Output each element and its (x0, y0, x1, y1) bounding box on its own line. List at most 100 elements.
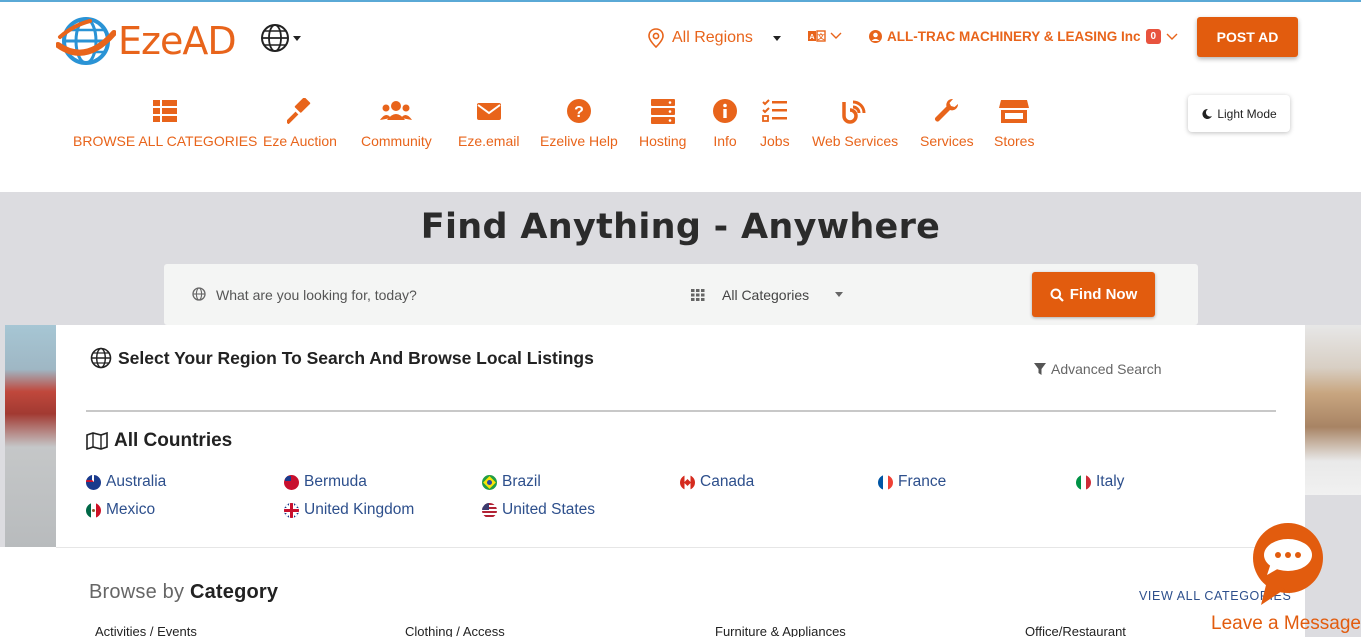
browse-title-bold: Category (189, 581, 279, 603)
country-link-united-states[interactable]: United States (482, 501, 595, 519)
region-selector[interactable]: All Regions (648, 26, 781, 50)
bermuda-flag-icon (284, 474, 299, 490)
category-select[interactable]: All Categories (691, 278, 861, 311)
find-now-button[interactable]: Find Now (1032, 272, 1155, 317)
gavel-icon (286, 98, 311, 124)
nav-community[interactable]: Community (361, 98, 432, 149)
tasks-icon (761, 99, 787, 122)
mexico-flag-icon (86, 502, 101, 518)
nav-hosting[interactable]: Hosting (639, 98, 686, 149)
background-car-image (1305, 325, 1361, 495)
nav-jobs[interactable]: Jobs (760, 98, 790, 149)
logo[interactable]: EzeAD (56, 15, 241, 67)
user-circle-icon (869, 30, 882, 43)
country-link-australia[interactable]: Australia (86, 473, 166, 491)
chevron-down-icon (830, 32, 842, 39)
svg-text:文: 文 (818, 32, 826, 41)
country-link-france[interactable]: France (878, 473, 946, 491)
notification-badge: 0 (1145, 29, 1162, 44)
italy-flag-icon (1076, 474, 1091, 490)
country-link-brazil[interactable]: Brazil (482, 473, 541, 491)
nav-label: Hosting (639, 133, 687, 149)
nav-label: Web Services (812, 133, 899, 149)
info-icon (713, 99, 737, 123)
blog-icon (842, 100, 866, 124)
nav-services[interactable]: Services (920, 98, 974, 149)
region-heading-text: Select Your Region To Search And Browse … (118, 347, 594, 368)
chat-widget-button[interactable] (1251, 521, 1324, 607)
country-name: Italy (1096, 473, 1125, 490)
logo-text: EzeAD (118, 19, 237, 63)
moon-icon (1202, 108, 1213, 119)
nav-label: Info (713, 133, 737, 149)
region-heading: Select Your Region To Search And Browse … (90, 347, 594, 369)
svg-text:A: A (809, 34, 814, 41)
country-link-italy[interactable]: Italy (1076, 473, 1124, 491)
store-icon (999, 100, 1030, 123)
browse-title: Browse by Category (89, 581, 278, 604)
country-name: France (898, 473, 947, 490)
nav-stores[interactable]: Stores (994, 98, 1034, 149)
nav-eze-email[interactable]: Eze.email (458, 98, 519, 149)
chevron-down-icon (772, 35, 781, 41)
chat-bubble-icon (1253, 523, 1323, 605)
nav-ezelive-help[interactable]: ? Ezelive Help (540, 98, 618, 149)
category-column-heading[interactable]: Office/Restaurant (1025, 624, 1126, 637)
globe-icon (90, 347, 112, 369)
country-link-canada[interactable]: Canada (680, 473, 754, 491)
language-globe-button[interactable] (260, 22, 304, 54)
country-link-bermuda[interactable]: Bermuda (284, 473, 367, 491)
country-link-mexico[interactable]: Mexico (86, 501, 155, 519)
country-name: United Kingdom (304, 501, 415, 518)
svg-text:?: ? (574, 104, 584, 121)
country-name: United States (502, 501, 596, 518)
map-icon (86, 432, 108, 450)
user-account-menu[interactable]: ALL-TRAC MACHINERY & LEASING Inc 0 (869, 29, 1178, 44)
server-icon (650, 99, 675, 124)
find-now-label: Find Now (1069, 286, 1138, 303)
chevron-down-icon (835, 292, 844, 297)
search-bar: All Categories Find Now (164, 264, 1198, 325)
hero-section: Find Anything - Anywhere All Categories … (0, 192, 1361, 637)
leave-message-label[interactable]: Leave a Message? (1211, 613, 1361, 635)
search-icon (1050, 288, 1064, 302)
browse-title-prefix: Browse by (89, 581, 185, 603)
uk-flag-icon (284, 502, 299, 518)
country-name: Bermuda (304, 473, 367, 490)
nav-web-services[interactable]: Web Services (812, 98, 898, 149)
user-name: ALL-TRAC MACHINERY & LEASING Inc (887, 29, 1141, 44)
nav-label: BROWSE ALL CATEGORIES (73, 133, 258, 149)
translate-icon: A 文 (808, 30, 826, 42)
country-link-united-kingdom[interactable]: United Kingdom (284, 501, 414, 519)
filter-icon (1034, 362, 1046, 375)
logo-globe-icon (56, 17, 116, 65)
nav-browse-all-categories[interactable]: BROWSE ALL CATEGORIES (73, 98, 257, 149)
hero-title: Find Anything - Anywhere (420, 207, 941, 247)
page-margin (0, 547, 56, 637)
globe-icon (192, 287, 206, 301)
country-name: Canada (700, 473, 755, 490)
nav-eze-auction[interactable]: Eze Auction (263, 98, 337, 149)
nav-label: Jobs (760, 133, 790, 149)
wrench-icon (934, 98, 958, 122)
list-icon (153, 100, 178, 122)
question-icon: ? (566, 99, 591, 123)
category-column-heading[interactable]: Activities / Events (95, 624, 197, 637)
chevron-down-icon (1166, 33, 1178, 40)
background-car-image (5, 325, 56, 547)
category-column-heading[interactable]: Furniture & Appliances (715, 624, 846, 637)
post-ad-button[interactable]: POST AD (1197, 17, 1298, 57)
advanced-search-link[interactable]: Advanced Search (1034, 361, 1162, 377)
search-input[interactable] (216, 278, 636, 311)
translate-selector[interactable]: A 文 (808, 30, 842, 42)
brazil-flag-icon (482, 474, 497, 490)
canada-flag-icon (680, 474, 695, 490)
advanced-search-label: Advanced Search (1051, 361, 1162, 377)
nav-info[interactable]: Info (712, 98, 738, 149)
us-flag-icon (482, 502, 497, 518)
chevron-down-icon (293, 35, 301, 41)
light-mode-toggle[interactable]: Light Mode (1188, 95, 1290, 132)
australia-flag-icon (86, 474, 101, 490)
nav-label: Stores (994, 133, 1035, 149)
category-column-heading[interactable]: Clothing / Access (405, 624, 505, 637)
